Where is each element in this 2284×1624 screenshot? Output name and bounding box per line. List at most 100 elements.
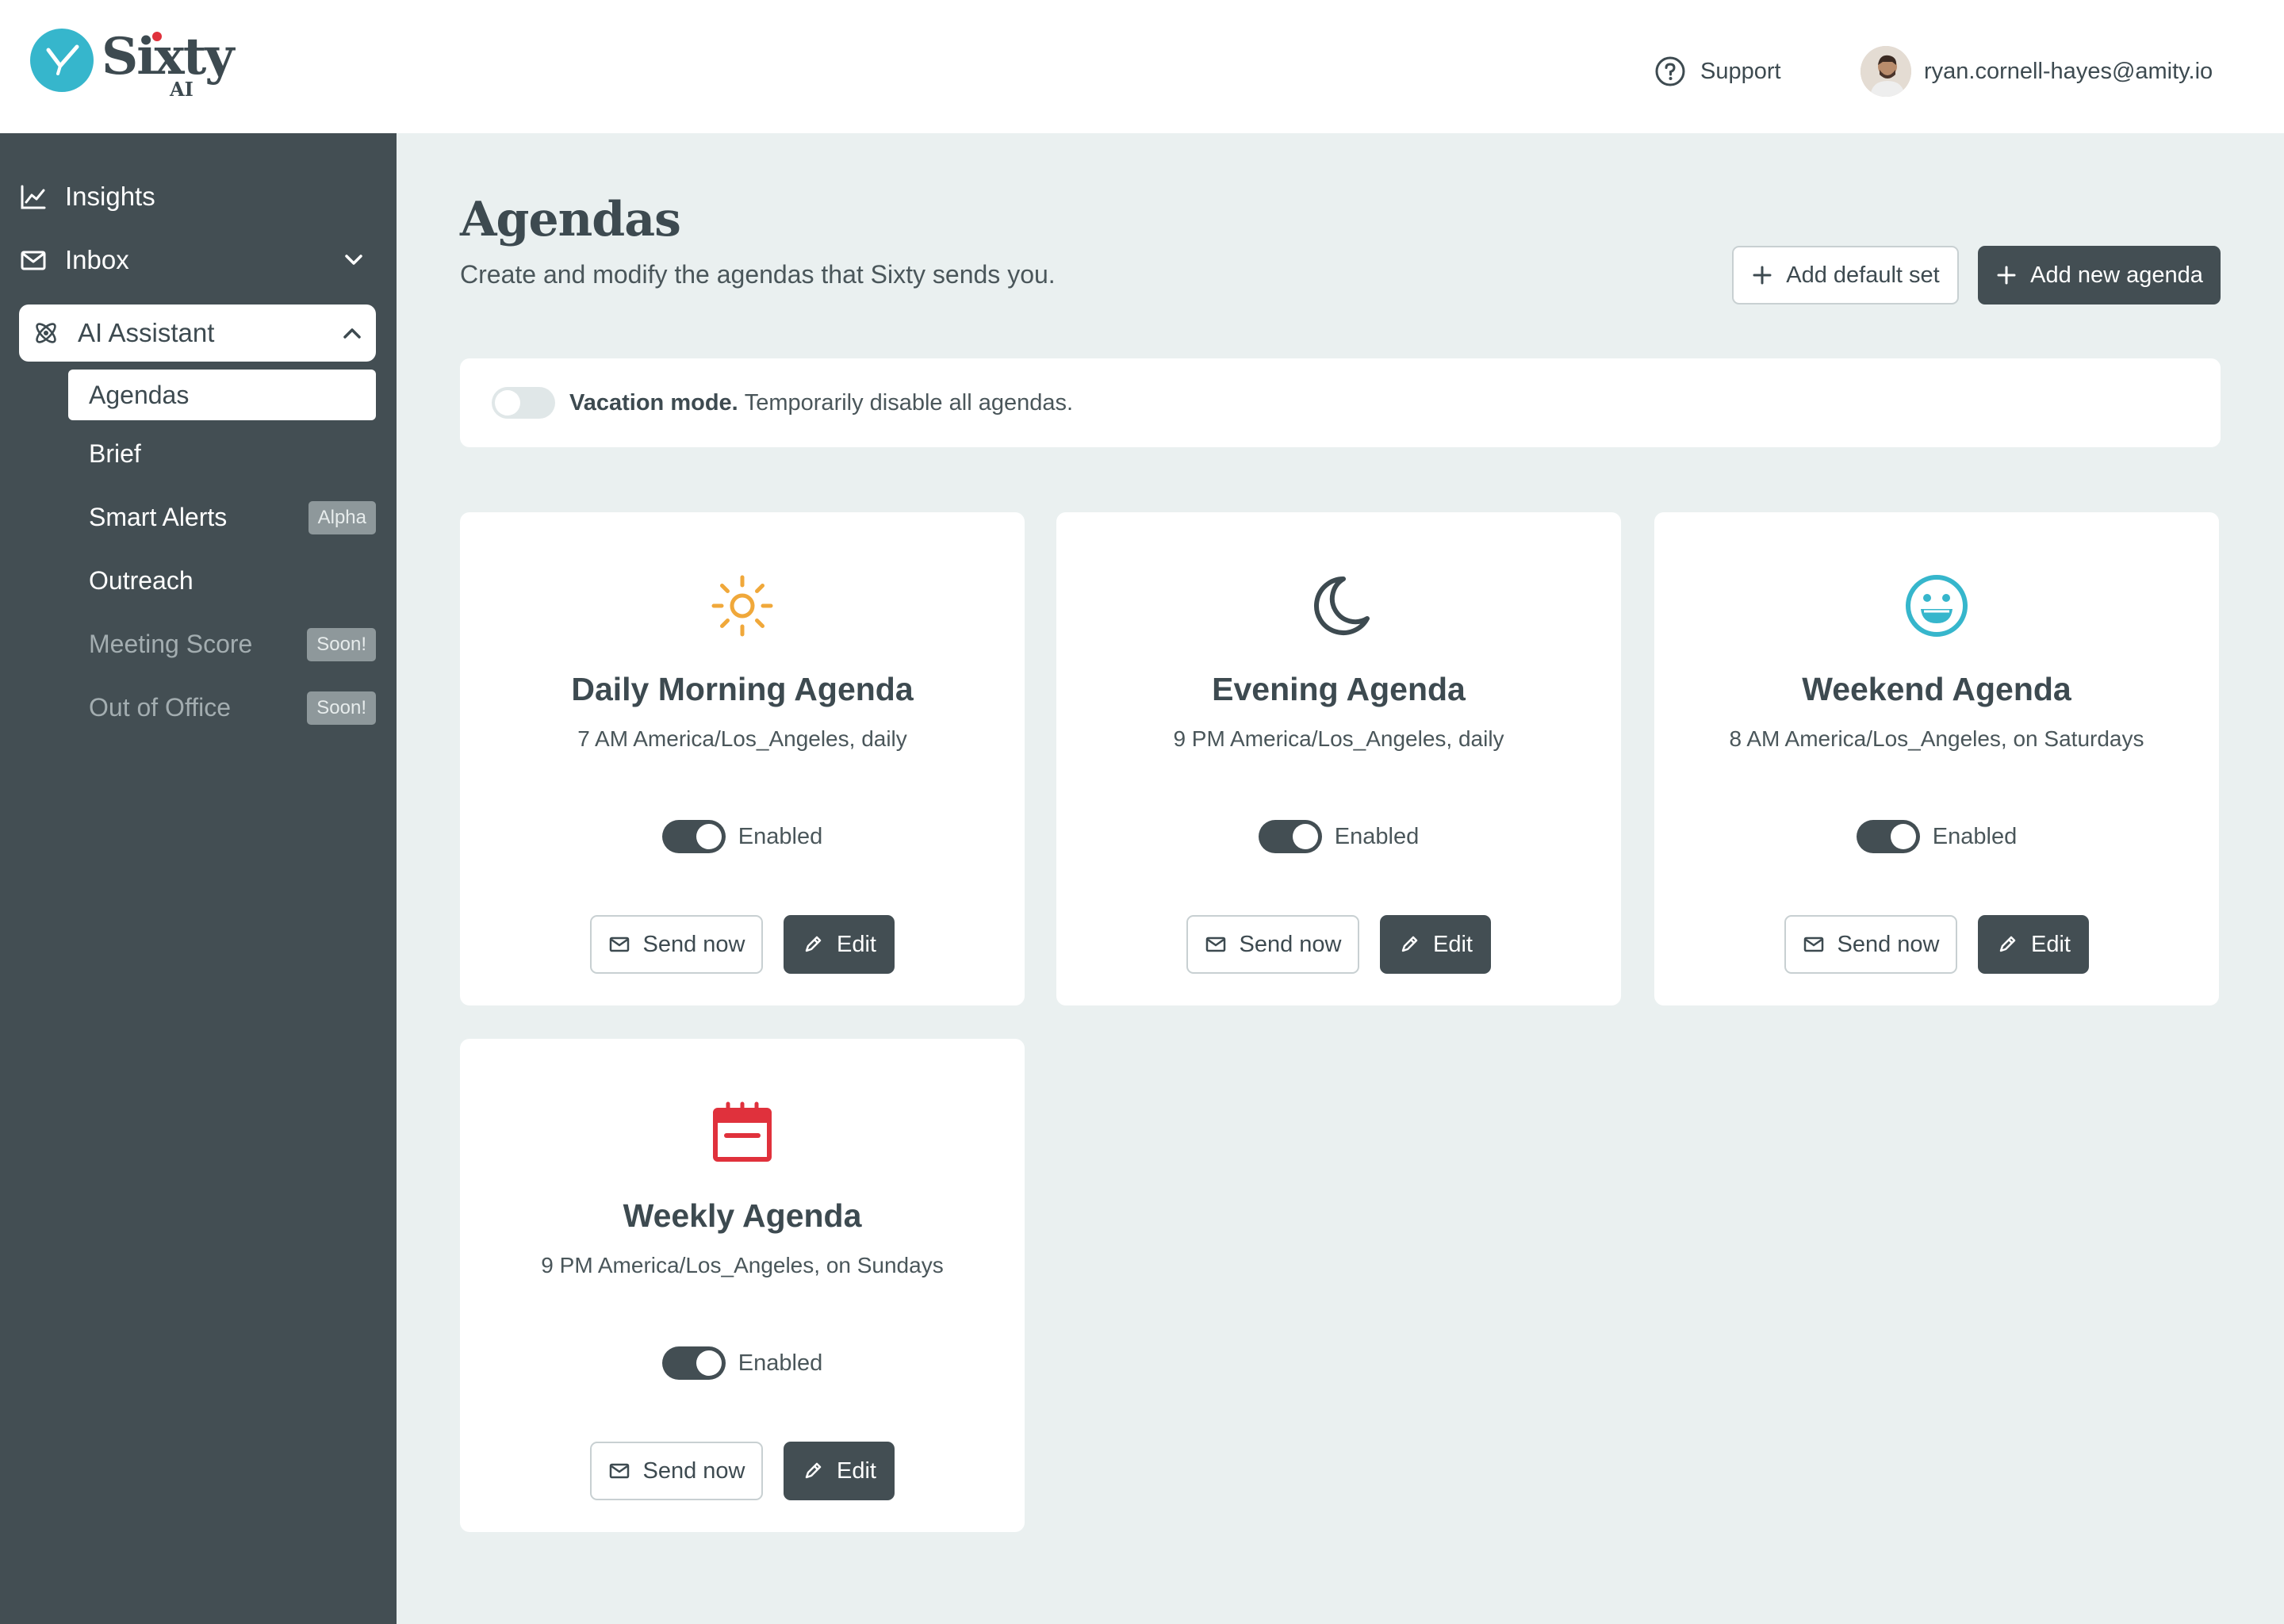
page-title: Agendas xyxy=(460,192,681,247)
edit-label: Edit xyxy=(1433,931,1473,957)
agenda-enabled-toggle[interactable] xyxy=(1856,820,1920,853)
brand-sub: AI xyxy=(170,78,194,101)
brand-name: Sixty xyxy=(102,27,234,86)
toggle-knob xyxy=(696,824,722,849)
help-circle-icon xyxy=(1655,56,1685,86)
edit-button[interactable]: Edit xyxy=(784,915,895,974)
calendar-icon xyxy=(713,1101,772,1162)
sidebar-subitem-smart-alerts[interactable]: Smart Alerts Alpha xyxy=(68,492,376,542)
send-now-label: Send now xyxy=(1837,931,1940,957)
pencil-icon xyxy=(1401,936,1418,952)
agenda-status: Enabled xyxy=(1056,820,1621,853)
sidebar-subitem-label: Outreach xyxy=(89,565,194,595)
edit-button[interactable]: Edit xyxy=(1978,915,2089,974)
edit-button[interactable]: Edit xyxy=(1380,915,1491,974)
mail-icon xyxy=(1205,936,1225,952)
edit-button[interactable]: Edit xyxy=(784,1442,895,1500)
sidebar: Insights Inbox AI Assistant Agendas Brie… xyxy=(0,133,397,1624)
vacation-mode-panel: Vacation mode. Temporarily disable all a… xyxy=(460,358,2221,447)
toggle-knob xyxy=(696,1350,722,1376)
pencil-icon xyxy=(805,1462,822,1479)
sidebar-subitem-meeting-score: Meeting Score Soon! xyxy=(68,619,376,669)
user-menu[interactable]: ryan.cornell-hayes@amity.io xyxy=(1861,46,2213,97)
agenda-schedule: 8 AM America/Los_Angeles, on Saturdays xyxy=(1729,726,2144,751)
sidebar-item-ai-assistant[interactable]: AI Assistant xyxy=(19,304,376,362)
mail-icon xyxy=(19,246,48,274)
sidebar-subitem-label: Meeting Score xyxy=(89,629,253,658)
agenda-status-label: Enabled xyxy=(1932,823,2018,849)
chart-line-icon xyxy=(19,182,48,211)
logo[interactable]: Sixty AI xyxy=(30,29,234,105)
sidebar-item-inbox[interactable]: Inbox xyxy=(19,235,376,285)
chevron-down-icon[interactable] xyxy=(339,246,368,274)
agenda-name: Daily Morning Agenda xyxy=(571,671,914,707)
send-now-label: Send now xyxy=(642,931,745,957)
agenda-card-evening: Evening Agenda 9 PM America/Los_Angeles,… xyxy=(1056,512,1621,1005)
logo-mark-icon xyxy=(30,29,94,92)
sidebar-item-label: AI Assistant xyxy=(78,318,215,347)
agenda-card-daily-morning: Daily Morning Agenda 7 AM America/Los_An… xyxy=(460,512,1025,1005)
send-now-label: Send now xyxy=(1239,931,1342,957)
edit-label: Edit xyxy=(2031,931,2071,957)
alpha-badge: Alpha xyxy=(308,501,376,534)
mail-icon xyxy=(609,936,629,952)
plus-icon xyxy=(1753,266,1772,285)
add-new-agenda-label: Add new agenda xyxy=(2030,262,2203,288)
chevron-up-icon[interactable] xyxy=(338,319,366,347)
agenda-status-label: Enabled xyxy=(738,1350,823,1376)
sidebar-item-label: Insights xyxy=(65,182,155,211)
logo-dot xyxy=(152,32,162,41)
vacation-mode-title: Vacation mode. xyxy=(569,389,738,416)
edit-label: Edit xyxy=(837,1457,876,1484)
agenda-name: Weekly Agenda xyxy=(623,1197,862,1234)
mail-icon xyxy=(609,1463,629,1479)
plus-icon xyxy=(1997,266,2016,285)
agenda-schedule: 7 AM America/Los_Angeles, daily xyxy=(577,726,907,751)
send-now-label: Send now xyxy=(642,1457,745,1484)
atom-icon xyxy=(36,323,56,343)
agenda-card-weekly: Weekly Agenda 9 PM America/Los_Angeles, … xyxy=(460,1039,1025,1532)
sidebar-subitem-label: Agendas xyxy=(89,380,190,409)
avatar xyxy=(1861,46,1911,97)
add-default-set-button[interactable]: Add default set xyxy=(1732,246,1959,304)
support-link[interactable]: Support xyxy=(1654,56,1781,87)
page-subtitle: Create and modify the agendas that Sixty… xyxy=(460,260,1056,289)
sun-icon xyxy=(711,575,773,637)
send-now-button[interactable]: Send now xyxy=(590,1442,763,1500)
sidebar-subitem-out-of-office: Out of Office Soon! xyxy=(68,682,376,733)
sidebar-item-label: Inbox xyxy=(65,245,129,274)
agenda-status-label: Enabled xyxy=(1334,823,1420,849)
agenda-schedule: 9 PM America/Los_Angeles, daily xyxy=(1173,726,1504,751)
logo-wordmark: Sixty AI xyxy=(102,29,234,105)
mail-icon xyxy=(1803,936,1823,952)
sidebar-item-insights[interactable]: Insights xyxy=(19,171,376,222)
agenda-status: Enabled xyxy=(460,1346,1025,1380)
agenda-status-label: Enabled xyxy=(738,823,823,849)
moon-icon xyxy=(1314,576,1370,635)
send-now-button[interactable]: Send now xyxy=(1186,915,1359,974)
send-now-button[interactable]: Send now xyxy=(590,915,763,974)
agenda-enabled-toggle[interactable] xyxy=(661,820,726,853)
send-now-button[interactable]: Send now xyxy=(1784,915,1957,974)
toggle-knob xyxy=(1890,824,1916,849)
agenda-status: Enabled xyxy=(1654,820,2219,853)
agenda-schedule: 9 PM America/Los_Angeles, on Sundays xyxy=(541,1253,944,1277)
agenda-enabled-toggle[interactable] xyxy=(661,1346,726,1380)
add-default-set-label: Add default set xyxy=(1786,262,1940,288)
sidebar-subitem-label: Out of Office xyxy=(89,692,232,722)
vacation-mode-description: Temporarily disable all agendas. xyxy=(744,389,1074,416)
sidebar-subitem-outreach[interactable]: Outreach xyxy=(68,555,376,606)
agenda-enabled-toggle[interactable] xyxy=(1258,820,1322,853)
soon-badge: Soon! xyxy=(307,691,376,725)
user-email: ryan.cornell-hayes@amity.io xyxy=(1924,58,2213,84)
sidebar-subitem-brief[interactable]: Brief xyxy=(68,428,376,479)
pencil-icon xyxy=(805,936,822,952)
agenda-name: Evening Agenda xyxy=(1212,671,1466,707)
edit-label: Edit xyxy=(837,931,876,957)
agenda-name: Weekend Agenda xyxy=(1802,671,2071,707)
add-new-agenda-button[interactable]: Add new agenda xyxy=(1978,246,2221,304)
soon-badge: Soon! xyxy=(307,628,376,661)
smiley-icon xyxy=(1906,575,1968,637)
vacation-mode-toggle[interactable] xyxy=(492,387,555,419)
sidebar-subitem-agendas[interactable]: Agendas xyxy=(68,370,376,420)
